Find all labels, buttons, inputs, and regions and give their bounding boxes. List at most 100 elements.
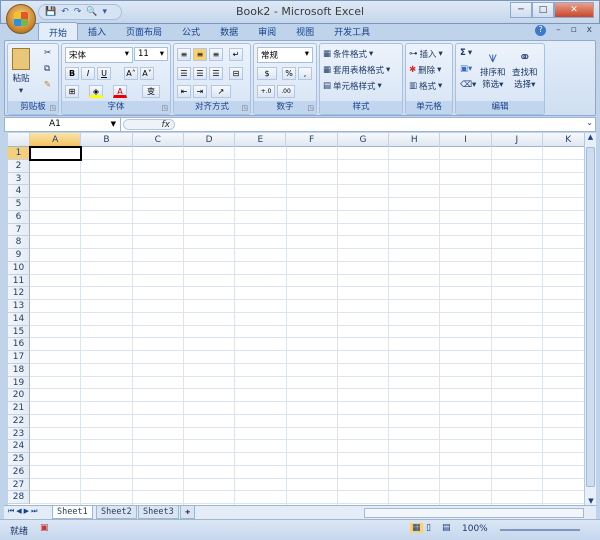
- zoom-level[interactable]: 100%: [462, 524, 488, 534]
- align-left-icon[interactable]: ☰: [177, 67, 191, 80]
- delete-cells-button[interactable]: ✱ 删除 ▾: [409, 64, 441, 76]
- row-header-24[interactable]: 24: [8, 440, 30, 453]
- row-header-11[interactable]: 11: [8, 274, 30, 288]
- help-icon[interactable]: ?: [535, 25, 547, 36]
- workbook-close-button[interactable]: x: [587, 25, 592, 36]
- row-header-18[interactable]: 18: [8, 363, 30, 377]
- column-header-G[interactable]: G: [338, 133, 390, 147]
- align-top-icon[interactable]: ≡: [177, 48, 191, 61]
- fill-icon[interactable]: ▣▾: [460, 64, 472, 74]
- tab-formulas[interactable]: 公式: [172, 22, 210, 41]
- column-header-K[interactable]: K: [543, 133, 584, 147]
- italic-button[interactable]: I: [81, 67, 95, 80]
- decrease-decimal-button[interactable]: .00: [277, 85, 295, 98]
- row-header-20[interactable]: 20: [8, 389, 30, 402]
- phonetic-button[interactable]: 变: [142, 85, 160, 98]
- tab-data[interactable]: 数据: [210, 22, 248, 41]
- worksheet-grid[interactable]: ABCDEFGHIJK 1 2 3 4 5 6 7 8 9 10 11 12 13 14 15 16 17 18 1…: [8, 133, 584, 505]
- cell-styles-button[interactable]: ▤ 单元格样式 ▾: [323, 80, 382, 92]
- tab-view[interactable]: 视图: [286, 22, 324, 41]
- row-header-13[interactable]: 13: [8, 300, 30, 313]
- align-bottom-icon[interactable]: ≡: [209, 48, 223, 61]
- font-size-select[interactable]: 11 ▾: [134, 47, 168, 61]
- row-header-22[interactable]: 22: [8, 414, 30, 428]
- office-button[interactable]: [6, 4, 36, 34]
- row-header-15[interactable]: 15: [8, 325, 30, 339]
- sheet-tab-sheet2[interactable]: Sheet2: [96, 506, 137, 519]
- formula-input[interactable]: [177, 118, 581, 131]
- selected-cell-a1[interactable]: [29, 146, 83, 161]
- sort-filter-button[interactable]: ⩛ 排序和 筛选▾: [480, 48, 506, 90]
- row-header-5[interactable]: 5: [8, 198, 30, 211]
- format-as-table-button[interactable]: ▦ 套用表格格式 ▾: [323, 64, 390, 76]
- shrink-font-button[interactable]: A˅: [140, 67, 154, 80]
- find-select-button[interactable]: ⚭ 查找和 选择▾: [512, 48, 538, 90]
- copy-icon[interactable]: ⧉: [44, 64, 50, 74]
- horizontal-scrollbar[interactable]: [364, 508, 584, 518]
- workbook-minimize-button[interactable]: –: [556, 25, 561, 36]
- sheet-tab-sheet3[interactable]: Sheet3: [138, 506, 179, 519]
- row-header-6[interactable]: 6: [8, 210, 30, 224]
- vertical-scrollbar[interactable]: ▲ ▼: [584, 133, 596, 505]
- insert-function-button[interactable]: fx: [123, 119, 175, 130]
- dialog-launcher-icon[interactable]: ◳: [241, 104, 248, 112]
- orientation-icon[interactable]: ↗: [211, 85, 231, 98]
- tab-home[interactable]: 开始: [38, 22, 79, 41]
- cut-icon[interactable]: ✂: [44, 48, 51, 58]
- minimize-button[interactable]: ─: [510, 2, 532, 18]
- wrap-text-icon[interactable]: ↵: [229, 48, 243, 61]
- insert-cells-button[interactable]: ⊶ 插入 ▾: [409, 48, 443, 60]
- row-header-7[interactable]: 7: [8, 223, 30, 237]
- tab-page-layout[interactable]: 页面布局: [116, 22, 172, 41]
- percent-button[interactable]: %: [282, 67, 296, 80]
- underline-button[interactable]: U: [97, 67, 111, 80]
- font-color-button[interactable]: A: [113, 85, 127, 98]
- row-header-12[interactable]: 12: [8, 287, 30, 300]
- row-header-25[interactable]: 25: [8, 453, 30, 466]
- row-header-26[interactable]: 26: [8, 465, 30, 479]
- row-header-14[interactable]: 14: [8, 312, 30, 326]
- align-middle-icon[interactable]: ≡: [193, 48, 207, 61]
- column-header-A[interactable]: A: [30, 133, 82, 147]
- merge-center-icon[interactable]: ⊟: [229, 67, 243, 80]
- increase-decimal-button[interactable]: +.0: [257, 85, 275, 98]
- autosum-button[interactable]: Σ ▾: [460, 48, 472, 58]
- tab-insert[interactable]: 插入: [78, 22, 116, 41]
- row-header-28[interactable]: 28: [8, 491, 30, 504]
- dialog-launcher-icon[interactable]: ◳: [161, 104, 168, 112]
- column-header-J[interactable]: J: [492, 133, 543, 147]
- format-cells-button[interactable]: ▥ 格式 ▾: [409, 80, 442, 92]
- row-header-21[interactable]: 21: [8, 402, 30, 415]
- page-break-view-icon[interactable]: ▤: [442, 523, 451, 533]
- zoom-slider[interactable]: [500, 529, 580, 531]
- row-header-23[interactable]: 23: [8, 427, 30, 441]
- restore-button[interactable]: □: [532, 2, 554, 18]
- decrease-indent-icon[interactable]: ⇤: [177, 85, 191, 98]
- paste-button[interactable]: 粘贴 ▾: [12, 48, 30, 96]
- workbook-restore-button[interactable]: ▫: [571, 25, 577, 36]
- column-header-E[interactable]: E: [235, 133, 287, 147]
- row-header-17[interactable]: 17: [8, 351, 30, 364]
- currency-icon[interactable]: $: [257, 67, 277, 80]
- align-center-icon[interactable]: ☰: [193, 67, 207, 80]
- row-header-8[interactable]: 8: [8, 236, 30, 249]
- increase-indent-icon[interactable]: ⇥: [193, 85, 207, 98]
- column-header-I[interactable]: I: [440, 133, 492, 147]
- column-header-C[interactable]: C: [133, 133, 184, 147]
- row-header-27[interactable]: 27: [8, 478, 30, 492]
- comma-button[interactable]: ,: [298, 67, 312, 80]
- name-box[interactable]: A1 ▼: [5, 118, 121, 131]
- sheet-nav-icons[interactable]: ⏮◀▶⏭: [8, 507, 39, 516]
- sheet-tab-sheet1[interactable]: Sheet1: [52, 506, 93, 519]
- dialog-launcher-icon[interactable]: ◳: [49, 104, 56, 112]
- column-header-D[interactable]: D: [184, 133, 236, 147]
- page-layout-view-icon[interactable]: ▯: [426, 523, 431, 533]
- dialog-launcher-icon[interactable]: ◳: [307, 104, 314, 112]
- borders-icon[interactable]: ⊞: [65, 85, 79, 98]
- tab-developer[interactable]: 开发工具: [324, 22, 380, 41]
- row-header-4[interactable]: 4: [8, 185, 30, 198]
- row-header-9[interactable]: 9: [8, 249, 30, 262]
- close-button[interactable]: ✕: [554, 2, 594, 18]
- column-header-H[interactable]: H: [389, 133, 441, 147]
- row-header-10[interactable]: 10: [8, 261, 30, 275]
